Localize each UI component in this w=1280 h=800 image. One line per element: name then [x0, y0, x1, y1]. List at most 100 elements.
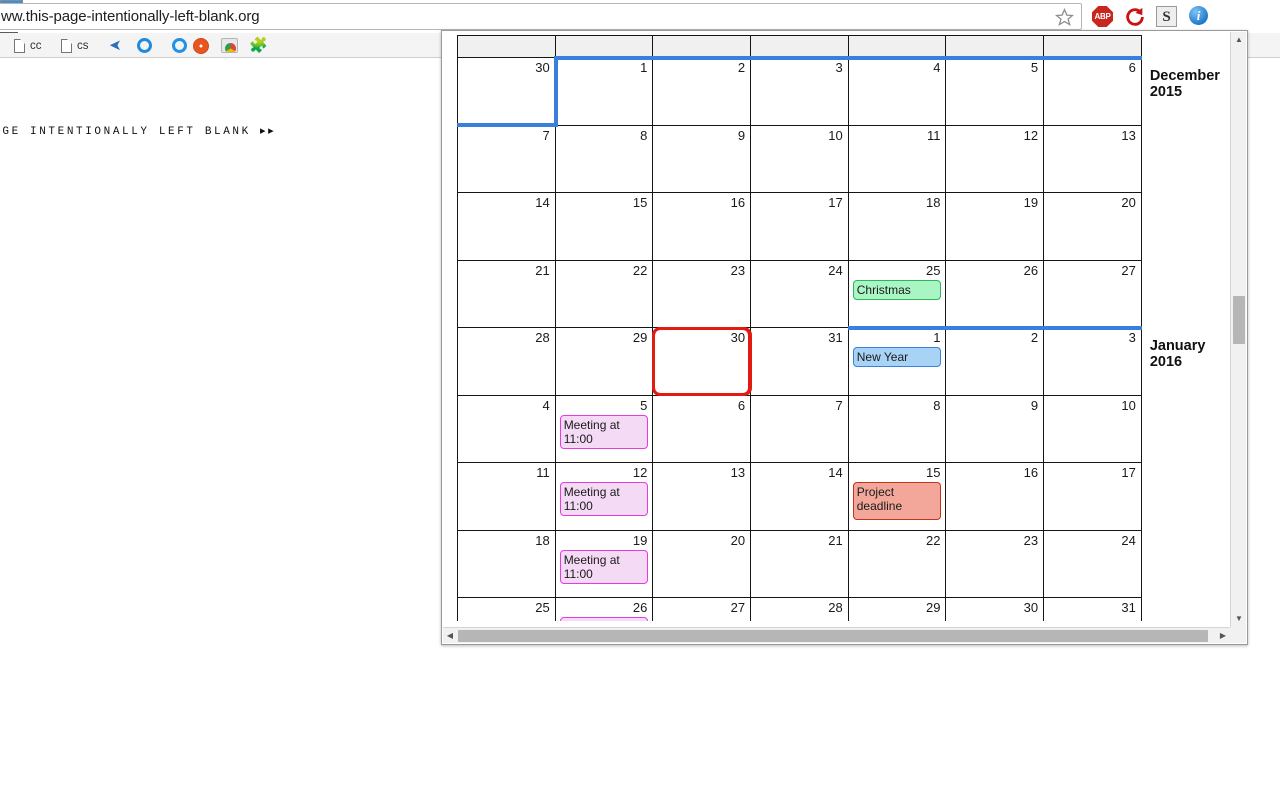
- calendar-day-cell[interactable]: 25: [457, 597, 556, 621]
- calendar-event[interactable]: Project deadline: [852, 482, 942, 520]
- calendar-event[interactable]: Meeting at 11:00: [559, 414, 649, 449]
- calendar-day-cell[interactable]: 23: [652, 259, 752, 328]
- calendar-day-cell[interactable]: 1: [554, 56, 654, 127]
- calendar-day-cell[interactable]: 29: [847, 597, 947, 621]
- calendar-day-cell[interactable]: 8: [554, 124, 654, 193]
- horizontal-scrollbar-thumb[interactable]: [458, 630, 1208, 642]
- bookmark-cs[interactable]: cs: [61, 35, 89, 56]
- calendar-day-cell[interactable]: [554, 35, 654, 58]
- calendar-day-cell[interactable]: 24: [750, 259, 849, 328]
- calendar-day-cell[interactable]: [847, 35, 947, 58]
- calendar-day-cell[interactable]: 24: [1043, 529, 1142, 598]
- calendar-day-cell[interactable]: [1043, 35, 1142, 58]
- calendar-day-cell[interactable]: [945, 35, 1045, 58]
- calendar-day-cell[interactable]: 4: [847, 56, 947, 126]
- calendar-day-cell[interactable]: [457, 35, 556, 58]
- calendar-day-cell[interactable]: 12 Meeting at 11:00: [554, 462, 654, 531]
- day-number: 2: [737, 60, 746, 75]
- calendar-day-cell[interactable]: 27: [652, 597, 752, 621]
- calendar-day-cell[interactable]: 20: [652, 529, 752, 598]
- calendar-day-cell[interactable]: 6: [1043, 56, 1142, 126]
- calendar-day-cell[interactable]: 21: [457, 259, 556, 328]
- calendar-day-cell[interactable]: 3: [750, 56, 849, 126]
- calendar-day-cell[interactable]: 3: [1043, 326, 1142, 396]
- calendar-day-cell[interactable]: 17: [750, 192, 849, 261]
- calendar-day-cell-today[interactable]: 30: [651, 326, 752, 396]
- scroll-left-arrow[interactable]: ◀: [443, 628, 457, 644]
- calendar-day-cell[interactable]: 8: [847, 394, 947, 463]
- bookmark-cursor[interactable]: ➤: [109, 35, 122, 56]
- calendar-day-cell[interactable]: 16: [652, 192, 752, 261]
- scroll-right-arrow[interactable]: ▶: [1216, 628, 1230, 644]
- calendar-day-cell[interactable]: 5: [945, 56, 1045, 126]
- bookmark-chrome[interactable]: [221, 35, 238, 56]
- vertical-scrollbar-thumb[interactable]: [1233, 296, 1245, 344]
- calendar-day-cell[interactable]: 25 Christmas: [847, 259, 947, 328]
- calendar-day-cell[interactable]: 10: [1043, 394, 1142, 463]
- calendar-day-cell[interactable]: 31: [750, 327, 849, 396]
- horizontal-scrollbar[interactable]: ◀ ▶: [443, 627, 1230, 643]
- calendar-day-cell[interactable]: 23: [945, 529, 1045, 598]
- adblock-plus-icon[interactable]: ABP: [1092, 6, 1114, 28]
- calendar-day-cell[interactable]: 11: [847, 124, 947, 193]
- calendar-day-cell[interactable]: 19: [945, 192, 1045, 261]
- calendar-day-cell[interactable]: 28: [457, 327, 556, 396]
- calendar-day-cell[interactable]: 22: [847, 529, 947, 598]
- stylish-icon[interactable]: S: [1156, 6, 1178, 28]
- bookmark-ring-1[interactable]: [137, 35, 152, 56]
- calendar-day-cell[interactable]: 28: [750, 597, 849, 621]
- calendar-day-cell[interactable]: 15: [554, 192, 654, 261]
- calendar-event[interactable]: Meeting at 11:00: [559, 617, 649, 621]
- calendar-day-cell[interactable]: [652, 35, 752, 58]
- calendar-day-cell[interactable]: 7: [750, 394, 849, 463]
- calendar-day-cell[interactable]: 13: [1043, 124, 1142, 193]
- calendar-day-cell[interactable]: 19 Meeting at 11:00: [554, 529, 654, 598]
- calendar-day-cell[interactable]: 9: [652, 124, 752, 193]
- calendar-day-cell[interactable]: 31: [1043, 597, 1142, 621]
- calendar-day-cell[interactable]: 7: [457, 124, 556, 193]
- calendar-event[interactable]: New Year: [852, 347, 942, 367]
- calendar-day-cell[interactable]: 21: [750, 529, 849, 598]
- calendar-day-cell[interactable]: 13: [652, 462, 752, 531]
- calendar-day-cell[interactable]: 30: [945, 597, 1045, 621]
- calendar-day-cell[interactable]: 11: [457, 462, 556, 531]
- star-icon[interactable]: [1055, 8, 1074, 27]
- calendar-day-cell[interactable]: 6: [652, 394, 752, 463]
- bookmark-ubuntu[interactable]: [193, 35, 209, 56]
- bookmark-ring-2[interactable]: [172, 35, 187, 56]
- vertical-scrollbar[interactable]: ▲ ▼: [1230, 32, 1246, 627]
- calendar-day-cell[interactable]: 29: [554, 327, 654, 396]
- calendar-day-cell[interactable]: 18: [457, 529, 556, 598]
- refresh-icon[interactable]: [1124, 6, 1146, 28]
- calendar-event[interactable]: Christmas: [852, 279, 942, 300]
- calendar-day-cell[interactable]: 5 Meeting at 11:00: [554, 394, 654, 463]
- calendar-day-cell[interactable]: 2: [945, 326, 1045, 396]
- calendar-day-cell[interactable]: 12: [945, 124, 1045, 193]
- calendar-day-cell[interactable]: 9: [945, 394, 1045, 463]
- calendar-day-cell[interactable]: [750, 35, 849, 58]
- calendar-day-cell[interactable]: 20: [1043, 192, 1142, 261]
- calendar-day-cell[interactable]: 10: [750, 124, 849, 193]
- calendar-day-cell[interactable]: 14: [457, 192, 556, 261]
- calendar-day-cell[interactable]: 15 Project deadline: [847, 462, 947, 531]
- calendar-event[interactable]: Meeting at 11:00: [559, 482, 649, 516]
- calendar-day-cell[interactable]: 30: [457, 57, 556, 127]
- scroll-up-arrow[interactable]: ▲: [1231, 32, 1247, 48]
- bookmark-cc[interactable]: cc: [14, 35, 42, 56]
- calendar-day-cell[interactable]: 2: [652, 56, 752, 126]
- calendar-day-cell[interactable]: 22: [554, 259, 654, 328]
- calendar-day-cell[interactable]: 14: [750, 462, 849, 531]
- calendar-event[interactable]: Meeting at 11:00: [559, 549, 649, 584]
- calendar-day-cell[interactable]: 1 New Year: [847, 326, 947, 396]
- calendar-day-cell[interactable]: 26: [945, 259, 1045, 328]
- calendar-day-cell[interactable]: 18: [847, 192, 947, 261]
- calendar-day-cell[interactable]: 16: [945, 462, 1045, 531]
- calendar-day-cell[interactable]: 4: [457, 394, 556, 463]
- bookmark-puzzle[interactable]: 🧩: [249, 35, 268, 56]
- calendar-day-cell[interactable]: 26 Meeting at 11:00: [554, 597, 654, 621]
- calendar-day-cell[interactable]: 27: [1043, 259, 1142, 328]
- info-icon[interactable]: i: [1189, 6, 1211, 28]
- address-bar[interactable]: ww.this-page-intentionally-left-blank.or…: [0, 3, 1082, 30]
- calendar-day-cell[interactable]: 17: [1043, 462, 1142, 531]
- scroll-down-arrow[interactable]: ▼: [1231, 611, 1247, 627]
